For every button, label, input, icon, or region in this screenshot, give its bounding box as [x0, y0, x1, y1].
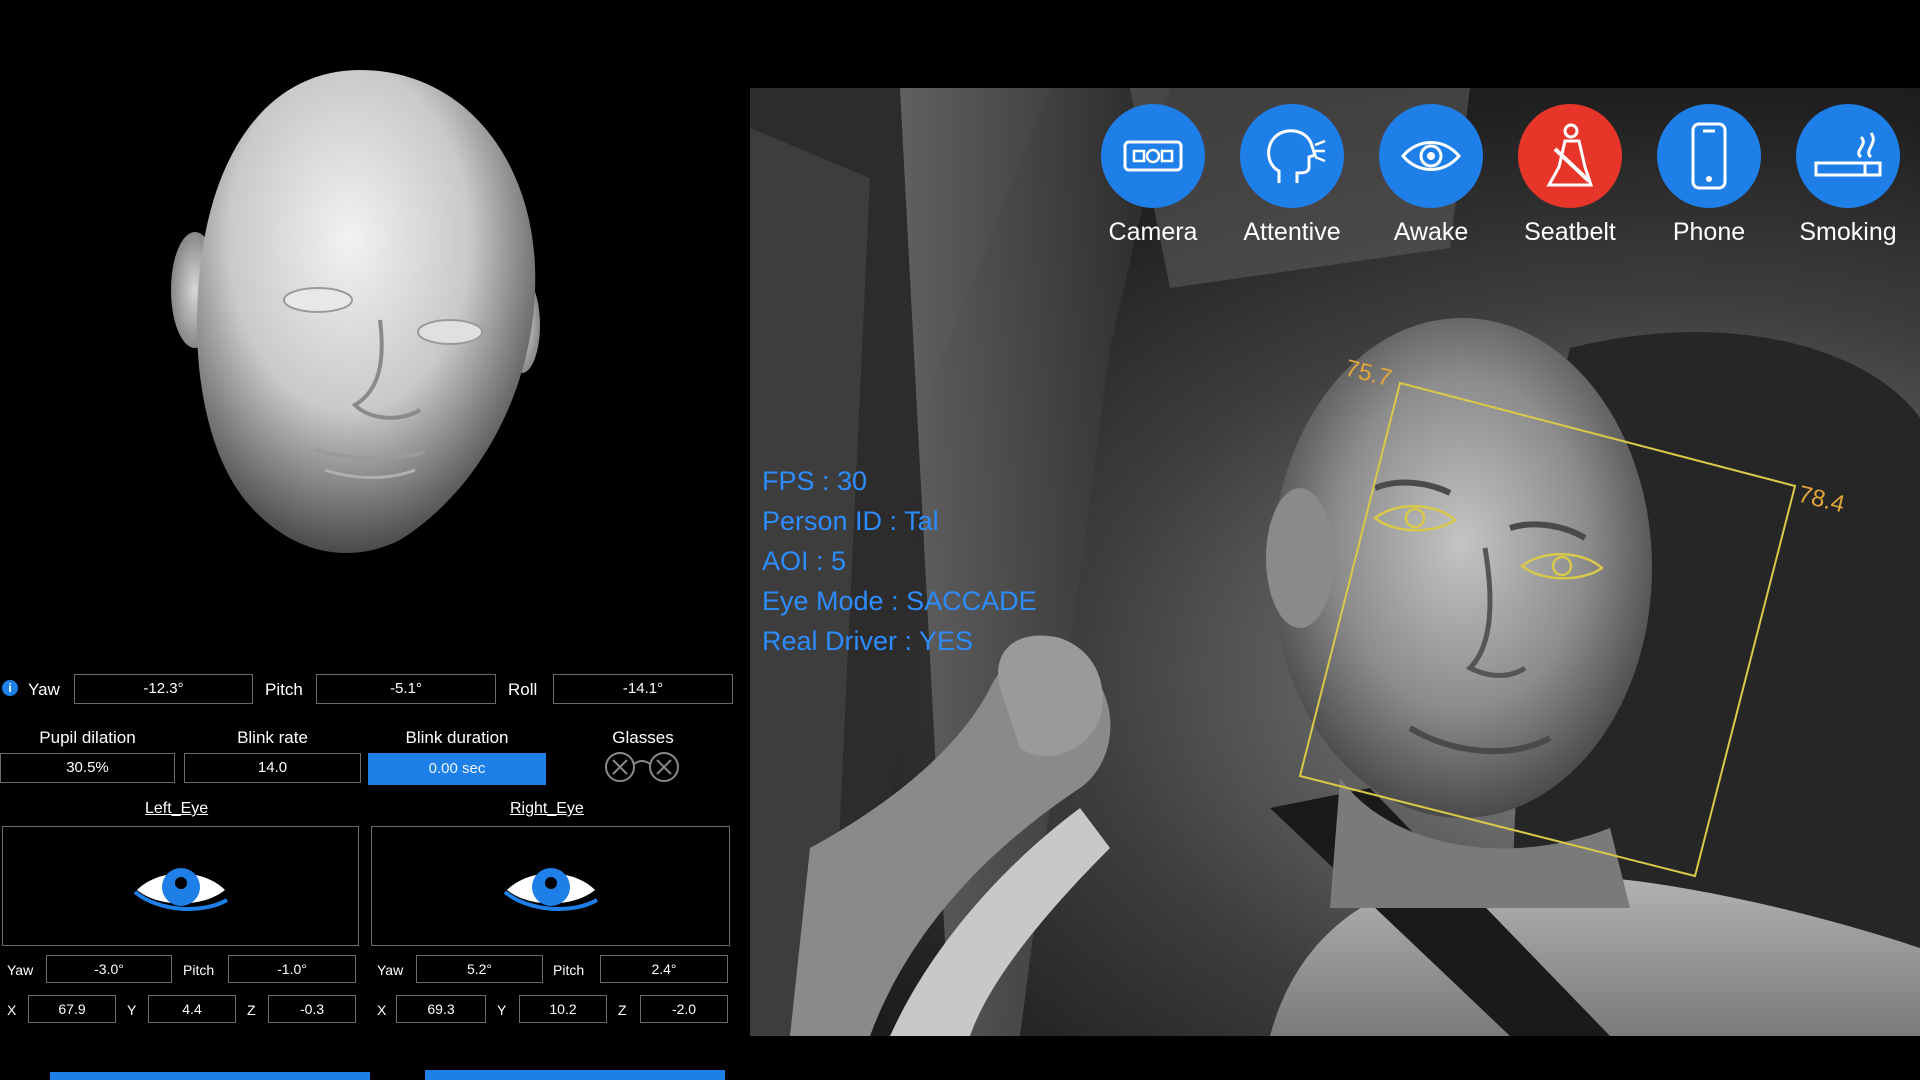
pupil-dilation-label: Pupil dilation [39, 728, 136, 747]
right-eye-x-field: 69.3 [396, 995, 486, 1023]
left-eye-yaw-field: -3.0° [46, 955, 172, 983]
aoi-readout: AOI : 5 [762, 546, 847, 576]
left-eye-icon [133, 868, 229, 911]
phone-icon [1657, 104, 1761, 208]
right-eye-z-label: Z [618, 1002, 627, 1018]
yaw-label: Yaw [28, 680, 60, 699]
status-attentive[interactable]: Attentive [1232, 104, 1352, 247]
fps-readout: FPS : 30 [762, 466, 868, 496]
left-eye-y-field: 4.4 [148, 995, 236, 1023]
pitch-label: Pitch [265, 680, 303, 699]
left-eye-title: Left_Eye [145, 800, 209, 817]
right-eye-x-label: X [377, 1002, 387, 1018]
analysis-panel: i Yaw -12.3° Pitch -5.1° Roll -14.1° Pup… [0, 0, 740, 1080]
roll-label: Roll [508, 680, 538, 699]
glasses-icon [605, 752, 679, 782]
eye-mode-readout: Eye Mode : SACCADE [762, 586, 1037, 616]
camera-icon [1101, 104, 1205, 208]
pupil-dilation-field: 30.5% [0, 753, 175, 783]
left-eye-y-label: Y [127, 1002, 137, 1018]
info-icon[interactable]: i [2, 680, 18, 696]
right-eye-z-field: -2.0 [640, 995, 728, 1023]
right-eye-icon [503, 868, 599, 911]
status-awake[interactable]: Awake [1371, 104, 1491, 247]
left-eye-panel [2, 826, 359, 946]
left-eye-z-field: -0.3 [268, 995, 356, 1023]
real-driver-readout: Real Driver : YES [762, 626, 974, 656]
status-seatbelt-label: Seatbelt [1524, 218, 1616, 246]
right-eye-pitch-field: 2.4° [600, 955, 728, 983]
left-eye-z-label: Z [247, 1002, 256, 1018]
status-seatbelt[interactable]: Seatbelt [1510, 104, 1630, 247]
glasses-label: Glasses [612, 728, 674, 747]
seatbelt-icon [1518, 104, 1622, 208]
blink-rate-label: Blink rate [237, 728, 308, 747]
status-smoking[interactable]: Smoking [1788, 104, 1908, 247]
blink-rate-field: 14.0 [184, 753, 361, 783]
left-eye-x-label: X [7, 1002, 17, 1018]
right-eye-yaw-label: Yaw [377, 962, 404, 978]
status-awake-label: Awake [1393, 218, 1469, 246]
right-eye-y-field: 10.2 [519, 995, 607, 1023]
right-eye-panel [371, 826, 730, 946]
cigarette-icon [1796, 104, 1900, 208]
left-eye-pitch-label: Pitch [183, 962, 215, 978]
right-eye-y-label: Y [497, 1002, 507, 1018]
left-eye-pitch-field: -1.0° [228, 955, 356, 983]
person-id-readout: Person ID : Tal [762, 506, 939, 536]
status-camera-label: Camera [1108, 218, 1198, 246]
right-eye-pitch-label: Pitch [553, 962, 585, 978]
head-model-3d [171, 70, 540, 553]
yaw-value-field: -12.3° [74, 674, 253, 704]
right-eye-title: Right_Eye [510, 800, 584, 817]
head-attention-icon [1240, 104, 1344, 208]
driver-camera-feed: 75.7 78.4 FPS : 30 Person ID : Tal AOI :… [750, 88, 1920, 1036]
pitch-value-field: -5.1° [316, 674, 496, 704]
left-eye-yaw-label: Yaw [7, 962, 34, 978]
right-eye-yaw-field: 5.2° [416, 955, 543, 983]
status-phone[interactable]: Phone [1649, 104, 1769, 247]
bottom-decoration [50, 1070, 725, 1080]
blink-duration-label: Blink duration [405, 728, 509, 747]
status-camera[interactable]: Camera [1093, 104, 1213, 247]
status-smoking-label: Smoking [1799, 218, 1897, 246]
eye-icon [1379, 104, 1483, 208]
left-eye-x-field: 67.9 [28, 995, 116, 1023]
blink-duration-field: 0.00 sec [368, 753, 546, 785]
status-phone-label: Phone [1672, 218, 1746, 246]
status-attentive-label: Attentive [1243, 218, 1341, 246]
roll-value-field: -14.1° [553, 674, 733, 704]
